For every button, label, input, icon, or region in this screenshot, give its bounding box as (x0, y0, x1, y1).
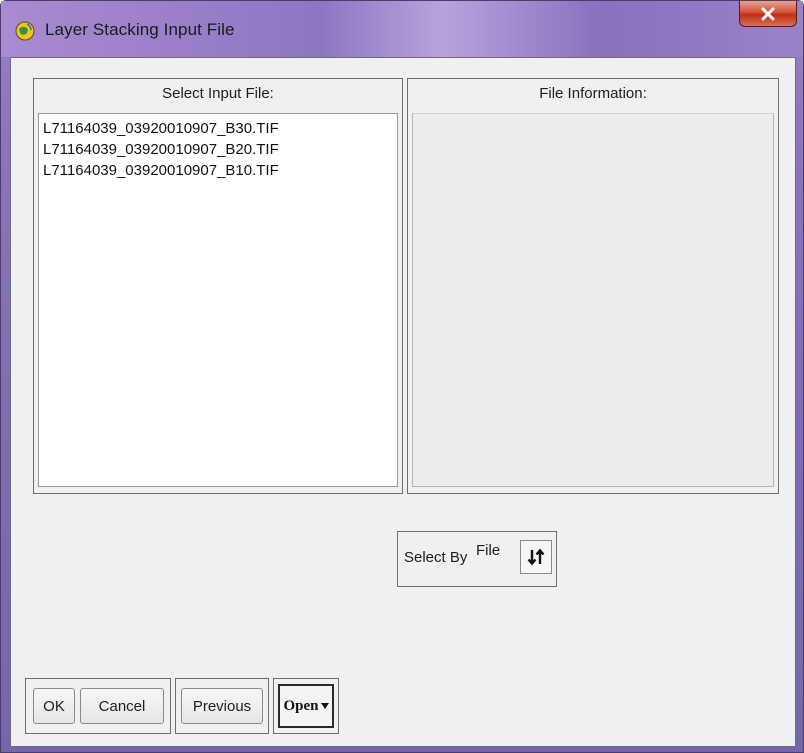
dialog-window: Layer Stacking Input File Select Input F… (0, 0, 804, 753)
dropdown-arrow-icon (320, 703, 329, 709)
select-input-file-header: Select Input File: (162, 85, 274, 102)
ok-button[interactable]: OK (33, 688, 75, 724)
input-file-list[interactable]: L71164039_03920010907_B30.TIF L71164039_… (38, 113, 398, 487)
select-input-file-panel: Select Input File: L71164039_03920010907… (33, 78, 403, 494)
app-globe-icon (15, 21, 35, 41)
dialog-client-area: Select Input File: L71164039_03920010907… (10, 57, 796, 747)
sort-arrows-icon (527, 548, 545, 566)
select-by-label: Select By (404, 549, 468, 566)
window-title: Layer Stacking Input File (45, 20, 235, 39)
cancel-button[interactable]: Cancel (80, 688, 164, 724)
previous-group: Previous (175, 678, 269, 734)
title-bar[interactable]: Layer Stacking Input File (1, 1, 803, 57)
close-button[interactable] (739, 1, 797, 27)
open-group: Open (273, 678, 339, 734)
select-by-group: Select By File (397, 531, 557, 587)
file-information-area (412, 113, 774, 487)
open-menu-button[interactable]: Open (278, 684, 334, 728)
file-information-header: File Information: (539, 85, 647, 102)
sort-toggle-button[interactable] (520, 540, 552, 574)
select-by-value[interactable]: File (476, 542, 500, 559)
ok-cancel-group: OK Cancel (25, 678, 171, 734)
file-information-panel: File Information: (407, 78, 779, 494)
close-icon (761, 7, 775, 20)
list-item[interactable]: L71164039_03920010907_B30.TIF (43, 118, 393, 139)
previous-button[interactable]: Previous (181, 688, 263, 724)
list-item[interactable]: L71164039_03920010907_B20.TIF (43, 139, 393, 160)
open-button-label: Open (283, 697, 319, 714)
list-item[interactable]: L71164039_03920010907_B10.TIF (43, 160, 393, 181)
